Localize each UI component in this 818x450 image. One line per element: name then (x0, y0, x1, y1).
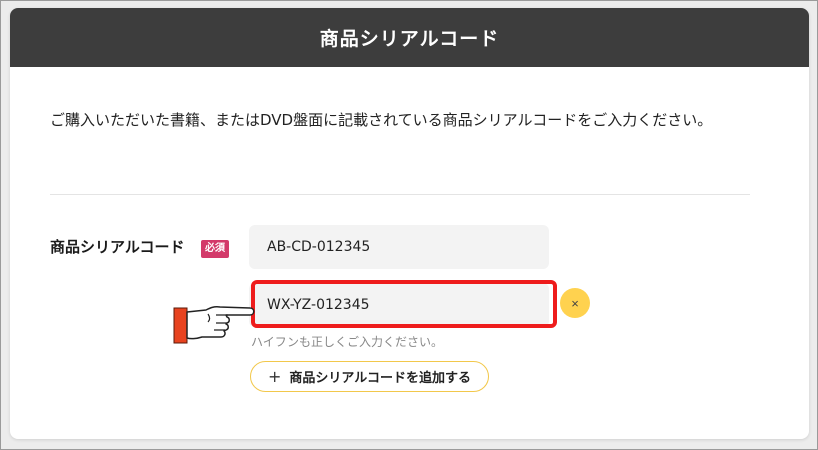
serial-code-input-2[interactable] (249, 283, 549, 327)
clear-input-button[interactable]: × (560, 288, 590, 318)
plus-icon: + (267, 367, 282, 386)
divider (50, 194, 750, 195)
required-badge: 必須 (201, 240, 229, 258)
serial-code-input-1[interactable] (249, 225, 549, 269)
description-text: ご購入いただいた書籍、またはDVD盤面に記載されている商品シリアルコードをご入力… (50, 111, 713, 129)
hint-text: ハイフンも正しくご入力ください。 (251, 335, 444, 349)
page-title: 商品シリアルコード (319, 28, 500, 50)
card-header: 商品シリアルコード (10, 8, 809, 67)
pointing-hand-icon (173, 306, 255, 344)
close-icon: × (571, 295, 579, 311)
add-serial-code-button[interactable]: + 商品シリアルコードを追加する (250, 361, 489, 392)
serial-code-label: 商品シリアルコード (50, 238, 185, 256)
add-serial-code-label: 商品シリアルコードを追加する (289, 371, 472, 386)
